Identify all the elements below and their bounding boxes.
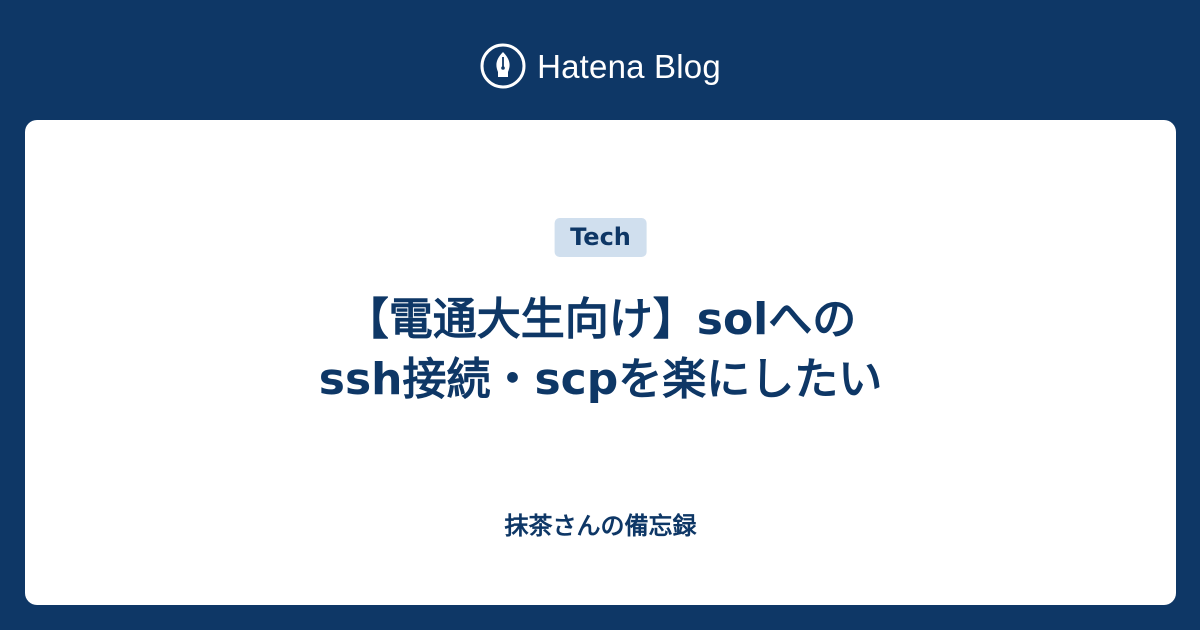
article-title-line: 【電通大生向け】solへの — [344, 294, 857, 345]
fountain-pen-nib-icon — [480, 43, 526, 89]
article-title[interactable]: 【電通大生向け】solへの ssh接続・scpを楽にしたい — [85, 290, 1116, 410]
category-tag[interactable]: Tech — [554, 218, 647, 258]
site-header: Hatena Blog — [0, 38, 1200, 94]
blog-name[interactable]: 抹茶さんの備忘録 — [25, 512, 1176, 541]
article-title-line: ssh接続・scpを楽にしたい — [318, 354, 883, 405]
article-card[interactable]: Tech 【電通大生向け】solへの ssh接続・scpを楽にしたい 抹茶さんの… — [25, 120, 1176, 605]
brand-name[interactable]: Hatena Blog — [537, 50, 721, 83]
